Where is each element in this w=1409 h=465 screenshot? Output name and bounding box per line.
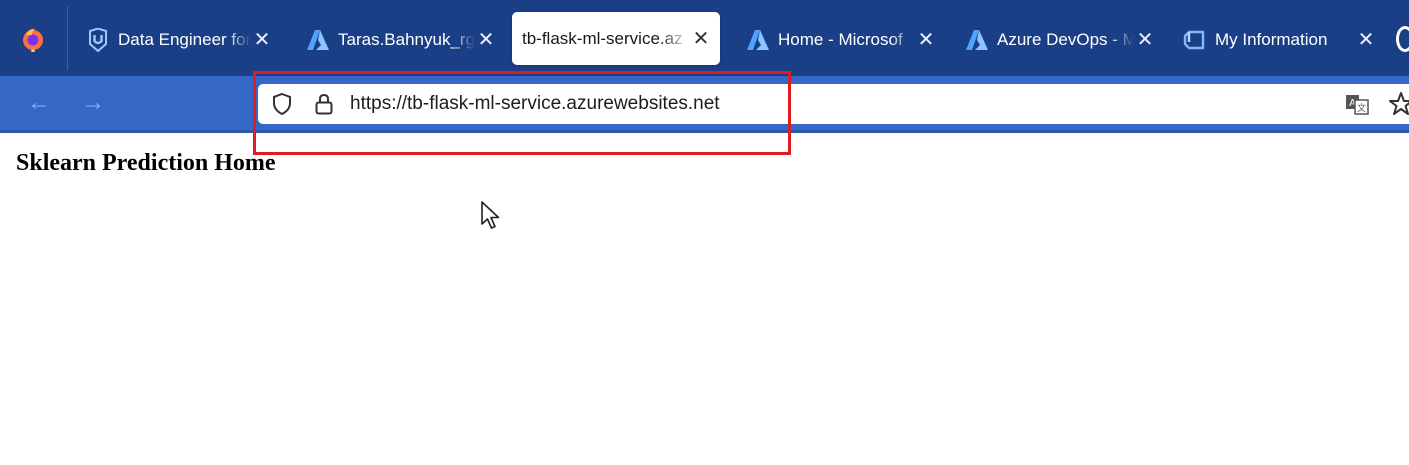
- forward-arrow-icon[interactable]: →: [79, 90, 107, 116]
- mouse-pointer-icon: [481, 201, 500, 229]
- toolbar-divider: [0, 130, 1409, 133]
- svg-text:文: 文: [1357, 102, 1366, 114]
- tab-title: tb-flask-ml-service.az: [522, 28, 683, 48]
- tab-taras-rg[interactable]: Taras.Bahnyuk_rg ✕: [306, 14, 495, 66]
- tab-close-icon[interactable]: ✕: [1136, 30, 1154, 50]
- tab-title: Azure DevOps - M: [997, 30, 1134, 49]
- firefox-menu-icon[interactable]: [20, 26, 46, 52]
- udacity-icon: [89, 28, 107, 52]
- tab-strip: Data Engineer for ✕ Taras.Bahnyuk_rg ✕ t…: [0, 0, 1409, 76]
- back-arrow-icon[interactable]: ←: [25, 90, 53, 116]
- tab-azure-devops[interactable]: Azure DevOps - M ✕: [965, 14, 1154, 66]
- azure-icon: [966, 30, 988, 50]
- lock-icon[interactable]: [312, 92, 336, 116]
- tab-title: My Information: [1215, 30, 1328, 49]
- cloud-shell-icon: [1183, 30, 1205, 50]
- address-bar[interactable]: https://tb-flask-ml-service.azurewebsite…: [258, 84, 1409, 124]
- tracking-protection-shield-icon[interactable]: [270, 92, 294, 116]
- tab-close-icon[interactable]: ✕: [1357, 30, 1375, 50]
- list-all-tabs-icon[interactable]: [1396, 26, 1409, 52]
- translate-icon[interactable]: A 文: [1344, 92, 1370, 116]
- tab-close-icon[interactable]: ✕: [917, 30, 935, 50]
- tab-title: Home - Microsof: [778, 30, 903, 49]
- tab-home-microsoft[interactable]: Home - Microsof ✕: [746, 14, 935, 66]
- url-text[interactable]: https://tb-flask-ml-service.azurewebsite…: [350, 93, 720, 115]
- bookmark-star-icon[interactable]: [1388, 91, 1409, 117]
- tab-flask-ml-service[interactable]: tb-flask-ml-service.az ✕: [512, 12, 720, 65]
- tab-close-icon[interactable]: ✕: [477, 30, 495, 50]
- browser-window: Data Engineer for ✕ Taras.Bahnyuk_rg ✕ t…: [0, 0, 1409, 465]
- tab-data-engineer[interactable]: Data Engineer for ✕: [86, 14, 271, 66]
- page-title: Sklearn Prediction Home: [16, 150, 276, 176]
- tab-close-icon[interactable]: ✕: [692, 29, 710, 49]
- tab-separator: [67, 6, 68, 70]
- tab-title: Taras.Bahnyuk_rg: [338, 30, 475, 49]
- tab-my-information[interactable]: My Information ✕: [1183, 14, 1375, 66]
- tab-close-icon[interactable]: ✕: [253, 30, 271, 50]
- tab-title: Data Engineer for: [118, 30, 251, 49]
- azure-icon: [307, 30, 329, 50]
- azure-icon: [747, 30, 769, 50]
